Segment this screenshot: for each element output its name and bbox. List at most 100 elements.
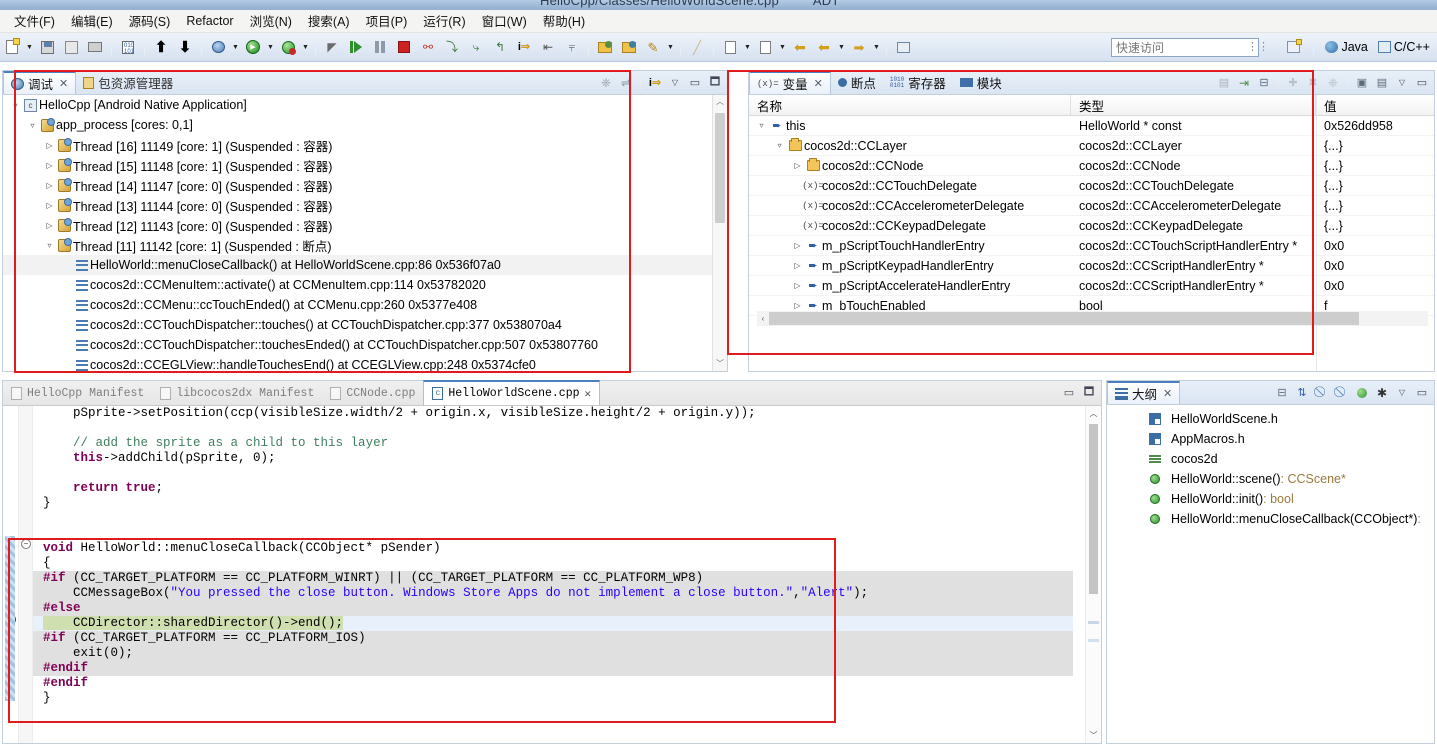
editor-tab-close[interactable]: ✕ [585,387,592,401]
table-row[interactable]: cocos2d::CCNode cocos2d::CCNode {...} [749,156,1434,176]
new-window-icon[interactable] [892,36,914,58]
suspend-icon[interactable] [369,36,391,58]
tab-modules[interactable]: 模块 [953,71,1009,94]
toggle-icon[interactable]: ⫧ [561,36,583,58]
new-file-icon[interactable] [1,36,23,58]
debug-tree-row[interactable]: cocos2d::CCMenuItem::activate() at CCMen… [3,275,727,295]
editor-folding-column[interactable]: − [19,406,33,743]
view-menu-icon[interactable]: ▽ [666,74,684,92]
outline-list-item[interactable]: HelloWorldScene.h [1107,409,1434,429]
editor-tab-helloworldscene-cpp[interactable]: c HelloWorldScene.cpp ✕ [423,380,601,405]
code-text[interactable]: pSprite->setPosition(ccp(visibleSize.wid… [33,406,1073,743]
scroll-thumb[interactable] [1089,424,1098,594]
tab-outline-close[interactable]: ✕ [1163,387,1172,400]
column-divider[interactable] [1316,95,1317,371]
column-header-type[interactable]: 类型 [1071,95,1316,115]
print-icon[interactable] [84,36,106,58]
scroll-thumb[interactable] [715,113,725,223]
dropdown-arrow-nav[interactable]: ▼ [836,36,847,58]
instruction-pointer-icon[interactable]: i ⇒ [646,74,664,92]
sort-icon[interactable]: ⇅ [1293,384,1311,402]
scroll-left-arrow[interactable]: ‹ [757,311,769,326]
debug-tree-scrollbar[interactable]: ︿ ﹀ [712,95,727,371]
tab-debug[interactable]: 调试 ✕ [3,71,77,94]
minimize-icon[interactable]: ▭ [1413,74,1431,92]
tab-outline[interactable]: 大纲 ✕ [1107,381,1181,404]
drop-to-frame-icon[interactable]: ⇤ [537,36,559,58]
menu-source[interactable]: 源码(S) [121,9,179,33]
fold-collapse-icon[interactable]: − [21,539,31,549]
toolbar-drag-handle[interactable]: ⋮⋮ [1247,40,1269,53]
editor-tab-hellocpp-manifest[interactable]: HelloCpp Manifest [3,382,152,405]
step-into-icon[interactable]: ⤵ [441,36,463,58]
debug-tree-row[interactable]: Thread [13] 11144 [core: 0] (Suspended :… [3,195,727,215]
variables-table-body[interactable]: ➨this HelloWorld * const 0x526dd958 cocos2d… [749,116,1434,371]
debug-tree-row[interactable]: Thread [15] 11148 [core: 1] (Suspended :… [3,155,727,175]
dropdown-arrow-annotation[interactable]: ▼ [742,36,753,58]
scroll-down-arrow[interactable]: ﹀ [1086,728,1101,743]
variables-horizontal-scrollbar[interactable]: ‹ [757,311,1428,326]
perspective-cpp[interactable]: C/C++ [1375,39,1433,55]
layout-icon[interactable]: ▤ [1373,74,1391,92]
view-menu-icon[interactable]: ▽ [1393,384,1411,402]
table-row[interactable]: (x)= cocos2d::CCAccelerometerDelegate coco… [749,196,1434,216]
table-row[interactable]: cocos2d::CCLayer cocos2d::CCLayer {...} [749,136,1434,156]
column-header-value[interactable]: 值 [1316,95,1434,115]
tab-package-explorer[interactable]: 包资源管理器 [76,71,180,94]
menu-search[interactable]: 搜索(A) [300,9,358,33]
tab-registers[interactable]: 1010 0101 寄存器 [883,71,953,94]
tree-twisty[interactable] [43,181,56,190]
dropdown-arrow-search[interactable]: ▼ [777,36,788,58]
menu-project[interactable]: 项目(P) [358,9,416,33]
menu-edit[interactable]: 编辑(E) [63,9,121,33]
step-over-icon[interactable]: ⤷ [465,36,487,58]
menu-navigate[interactable]: 浏览(N) [242,9,300,33]
debug-tree-row[interactable]: cocos2d::CCMenu::ccTouchEnded() at CCMen… [3,295,727,315]
outline-list-item[interactable]: cocos2d [1107,449,1434,469]
debug-tree-row[interactable]: cocos2d::CCTouchDispatcher::touches() at… [3,315,727,335]
scroll-down-arrow[interactable]: ﹀ [713,357,727,371]
outline-list-item[interactable]: AppMacros.h [1107,429,1434,449]
remove-watch-icon[interactable]: ✖ [1304,74,1322,92]
tab-breakpoints[interactable]: 断点 [831,71,883,94]
tab-variables-close[interactable]: ✕ [814,77,823,90]
add-watch-icon[interactable]: ✚ [1284,74,1302,92]
scroll-thumb[interactable] [769,312,1359,325]
editor-vertical-scrollbar[interactable]: ︿ ﹀ [1085,406,1101,743]
tab-debug-close[interactable]: ✕ [59,77,68,90]
new-detail-pane-icon[interactable]: ▣ [1353,74,1371,92]
outline-list[interactable]: HelloWorldScene.h AppMacros.h cocos2d Hello… [1107,409,1434,743]
dropdown-arrow-run[interactable]: ▼ [265,36,276,58]
perspective-java[interactable]: Java [1322,39,1370,55]
dropdown-arrow-coverage[interactable]: ▼ [300,36,311,58]
debug-tree-row[interactable]: Thread [16] 11149 [core: 1] (Suspended :… [3,135,727,155]
open-resource-icon[interactable] [618,36,640,58]
next-annotation-icon[interactable]: ➡ [848,36,870,58]
dropdown-arrow-pencil[interactable]: ▼ [665,36,676,58]
import-icon[interactable]: ⬇ [174,36,196,58]
step-return-icon[interactable]: ↰ [489,36,511,58]
hide-nonpublic-icon[interactable] [1353,384,1371,402]
tree-twisty[interactable] [43,141,56,150]
debug-bug-icon[interactable] [207,36,229,58]
tree-twisty[interactable] [43,221,56,230]
resume-icon[interactable] [345,36,367,58]
remove-all-icon[interactable]: ❈ [1324,74,1342,92]
minimize-icon[interactable]: ▭ [1060,383,1078,401]
column-header-name[interactable]: 名称 [749,95,1071,115]
view-menu-icon[interactable]: ▽ [1393,74,1411,92]
menu-help[interactable]: 帮助(H) [535,9,593,33]
menu-file[interactable]: 文件(F) [6,9,63,33]
pencil-icon[interactable]: ✎ [642,36,664,58]
disconnect-icon[interactable]: ⚯ [417,36,439,58]
outline-list-item[interactable]: HelloWorld::menuCloseCallback(CCObject*)… [1107,509,1434,529]
maximize-icon[interactable]: 🗖 [1080,383,1098,401]
code-editor[interactable]: − pSprite->setPosition(ccp(visibleSize.w… [3,406,1101,743]
table-row[interactable]: ➨m_pScriptAccelerateHandlerEntry cocos2d:… [749,276,1434,296]
debug-tree-row[interactable]: cocos2d::CCTouchDispatcher::touchesEnded… [3,335,727,355]
save-all-icon[interactable] [60,36,82,58]
show-logical-structure-icon[interactable]: ⇥ [1235,74,1253,92]
hide-static-icon[interactable]: ⃠ [1333,384,1351,402]
debug-tree-row[interactable]: Thread [12] 11143 [core: 0] (Suspended :… [3,215,727,235]
menu-run[interactable]: 运行(R) [415,9,473,33]
